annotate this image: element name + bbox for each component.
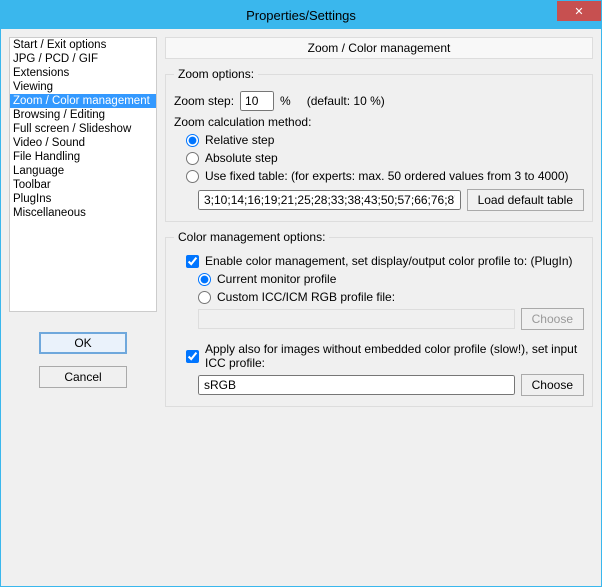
zoom-options-legend: Zoom options: (174, 67, 258, 81)
list-item[interactable]: Full screen / Slideshow (10, 122, 156, 136)
list-item[interactable]: File Handling (10, 150, 156, 164)
list-item[interactable]: Viewing (10, 80, 156, 94)
radio-relative[interactable] (186, 134, 199, 147)
fixed-table-row: Load default table (198, 189, 584, 211)
radio-relative-label: Relative step (205, 133, 274, 147)
settings-category-list[interactable]: Start / Exit optionsJPG / PCD / GIFExten… (9, 37, 157, 312)
list-item[interactable]: JPG / PCD / GIF (10, 52, 156, 66)
radio-custom-row: Custom ICC/ICM RGB profile file: (198, 290, 584, 304)
zoom-calc-label-row: Zoom calculation method: (174, 115, 584, 129)
apply-input-icc-label: Apply also for images without embedded c… (205, 342, 584, 370)
enable-cm-row: Enable color management, set display/out… (186, 254, 584, 268)
radio-absolute-label: Absolute step (205, 151, 278, 165)
apply-input-icc-checkbox[interactable] (186, 350, 199, 363)
cancel-button[interactable]: Cancel (39, 366, 127, 388)
zoom-step-default-hint: (default: 10 %) (307, 94, 385, 108)
color-management-legend: Color management options: (174, 230, 329, 244)
list-item[interactable]: Language (10, 164, 156, 178)
window-title: Properties/Settings (246, 8, 356, 23)
color-management-group: Color management options: Enable color m… (165, 230, 593, 407)
list-item[interactable]: Extensions (10, 66, 156, 80)
zoom-step-suffix: % (280, 94, 291, 108)
custom-profile-path-input (198, 309, 515, 329)
close-icon: ✕ (574, 5, 583, 18)
panel-header: Zoom / Color management (165, 37, 593, 59)
list-item[interactable]: Zoom / Color management (10, 94, 156, 108)
list-item[interactable]: Start / Exit options (10, 38, 156, 52)
input-icc-value-input[interactable] (198, 375, 515, 395)
dialog-window: Properties/Settings ✕ Start / Exit optio… (0, 0, 602, 587)
custom-profile-file-row: Choose (198, 308, 584, 330)
close-button[interactable]: ✕ (557, 1, 601, 21)
list-item[interactable]: Browsing / Editing (10, 108, 156, 122)
radio-custom-profile-label: Custom ICC/ICM RGB profile file: (217, 290, 395, 304)
radio-monitor-row: Current monitor profile (198, 272, 584, 286)
zoom-calc-label: Zoom calculation method: (174, 115, 311, 129)
list-item[interactable]: Video / Sound (10, 136, 156, 150)
list-item[interactable]: Miscellaneous (10, 206, 156, 220)
content-area: Start / Exit optionsJPG / PCD / GIFExten… (1, 29, 601, 586)
fixed-table-input[interactable] (198, 190, 461, 210)
input-icc-row: Choose (198, 374, 584, 396)
zoom-step-row: Zoom step: % (default: 10 %) (174, 91, 584, 111)
radio-fixed-row: Use fixed table: (for experts: max. 50 o… (186, 169, 584, 183)
radio-fixed[interactable] (186, 170, 199, 183)
apply-input-icc-row: Apply also for images without embedded c… (186, 342, 584, 370)
list-item[interactable]: Toolbar (10, 178, 156, 192)
radio-absolute-row: Absolute step (186, 151, 584, 165)
zoom-options-group: Zoom options: Zoom step: % (default: 10 … (165, 67, 593, 222)
radio-current-monitor-label: Current monitor profile (217, 272, 336, 286)
left-column: Start / Exit optionsJPG / PCD / GIFExten… (9, 37, 157, 578)
right-column: Zoom / Color management Zoom options: Zo… (165, 37, 593, 578)
radio-absolute[interactable] (186, 152, 199, 165)
enable-cm-checkbox[interactable] (186, 255, 199, 268)
ok-button[interactable]: OK (39, 332, 127, 354)
radio-relative-row: Relative step (186, 133, 584, 147)
radio-current-monitor[interactable] (198, 273, 211, 286)
dialog-buttons: OK Cancel (9, 332, 157, 388)
choose-input-icc-button[interactable]: Choose (521, 374, 584, 396)
radio-custom-profile[interactable] (198, 291, 211, 304)
zoom-step-input[interactable] (240, 91, 274, 111)
enable-cm-label: Enable color management, set display/out… (205, 254, 573, 268)
load-default-table-button[interactable]: Load default table (467, 189, 584, 211)
zoom-step-label: Zoom step: (174, 94, 234, 108)
titlebar: Properties/Settings ✕ (1, 1, 601, 29)
radio-fixed-label: Use fixed table: (for experts: max. 50 o… (205, 169, 569, 183)
list-item[interactable]: PlugIns (10, 192, 156, 206)
choose-display-profile-button: Choose (521, 308, 584, 330)
